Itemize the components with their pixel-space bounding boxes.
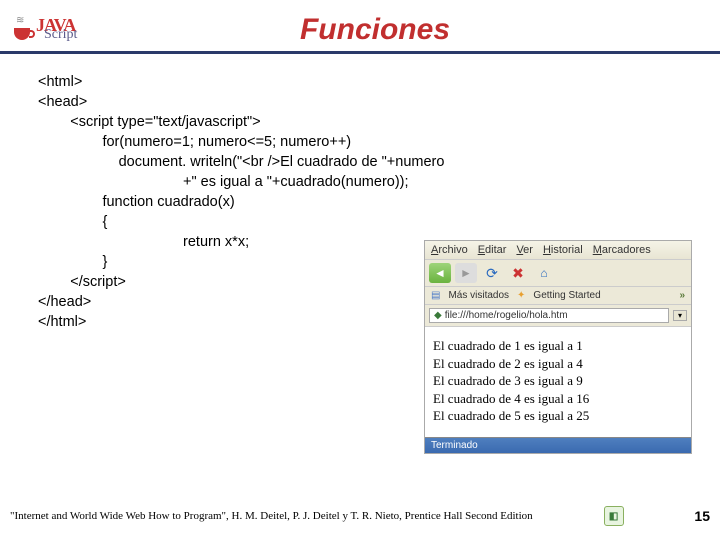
logo-text-script: Script [44, 29, 77, 42]
most-visited-link[interactable]: Más visitados [448, 290, 509, 301]
status-bar: Terminado [425, 437, 691, 453]
browser-viewport: El cuadrado de 1 es igual a 1El cuadrado… [425, 327, 691, 437]
menu-item[interactable]: Archivo [431, 244, 468, 256]
overflow-chevron[interactable]: » [679, 290, 685, 301]
address-bar[interactable]: ◆ file:///home/rogelio/hola.htm [429, 308, 669, 323]
menu-item[interactable]: Marcadores [593, 244, 651, 256]
getting-started-link[interactable]: Getting Started [533, 290, 600, 301]
menu-item[interactable]: Historial [543, 244, 583, 256]
url-dropdown[interactable]: ▾ [673, 310, 687, 321]
output-line: El cuadrado de 5 es igual a 25 [433, 407, 683, 425]
slide-title: Funciones [102, 13, 708, 47]
reload-button[interactable]: ⟳ [481, 263, 503, 283]
home-button[interactable]: ⌂ [533, 263, 555, 283]
citation-text: "Internet and World Wide Web How to Prog… [10, 510, 533, 522]
address-bar-row: ◆ file:///home/rogelio/hola.htm ▾ [425, 305, 691, 327]
output-line: El cuadrado de 2 es igual a 4 [433, 355, 683, 373]
browser-toolbar: ◄ ► ⟳ ✖ ⌂ [425, 260, 691, 287]
menu-item[interactable]: Editar [478, 244, 507, 256]
back-button[interactable]: ◄ [429, 263, 451, 283]
output-line: El cuadrado de 1 es igual a 1 [433, 337, 683, 355]
stop-button[interactable]: ✖ [507, 263, 529, 283]
browser-window: Archivo Editar Ver Historial Marcadores ◄ ► … [424, 240, 692, 454]
footer-logo-icon: ◧ [604, 506, 624, 526]
output-line: El cuadrado de 4 es igual a 16 [433, 390, 683, 408]
bookmarks-bar: ▤ Más visitados ✦ Getting Started » [425, 287, 691, 305]
menu-item[interactable]: Ver [516, 244, 533, 256]
page-icon: ◆ [434, 310, 442, 321]
forward-button[interactable]: ► [455, 263, 477, 283]
javascript-logo: ≋ JAVA Script [12, 10, 102, 50]
url-text: file:///home/rogelio/hola.htm [445, 310, 568, 321]
slide-footer: "Internet and World Wide Web How to Prog… [10, 506, 710, 526]
slide-header: ≋ JAVA Script Funciones [0, 0, 720, 54]
browser-menubar: Archivo Editar Ver Historial Marcadores [425, 241, 691, 260]
star-icon: ✦ [517, 290, 525, 301]
bookmarks-icon: ▤ [431, 290, 440, 301]
coffee-cup-icon: ≋ [12, 17, 34, 43]
page-number: 15 [694, 508, 710, 524]
output-line: El cuadrado de 3 es igual a 9 [433, 372, 683, 390]
